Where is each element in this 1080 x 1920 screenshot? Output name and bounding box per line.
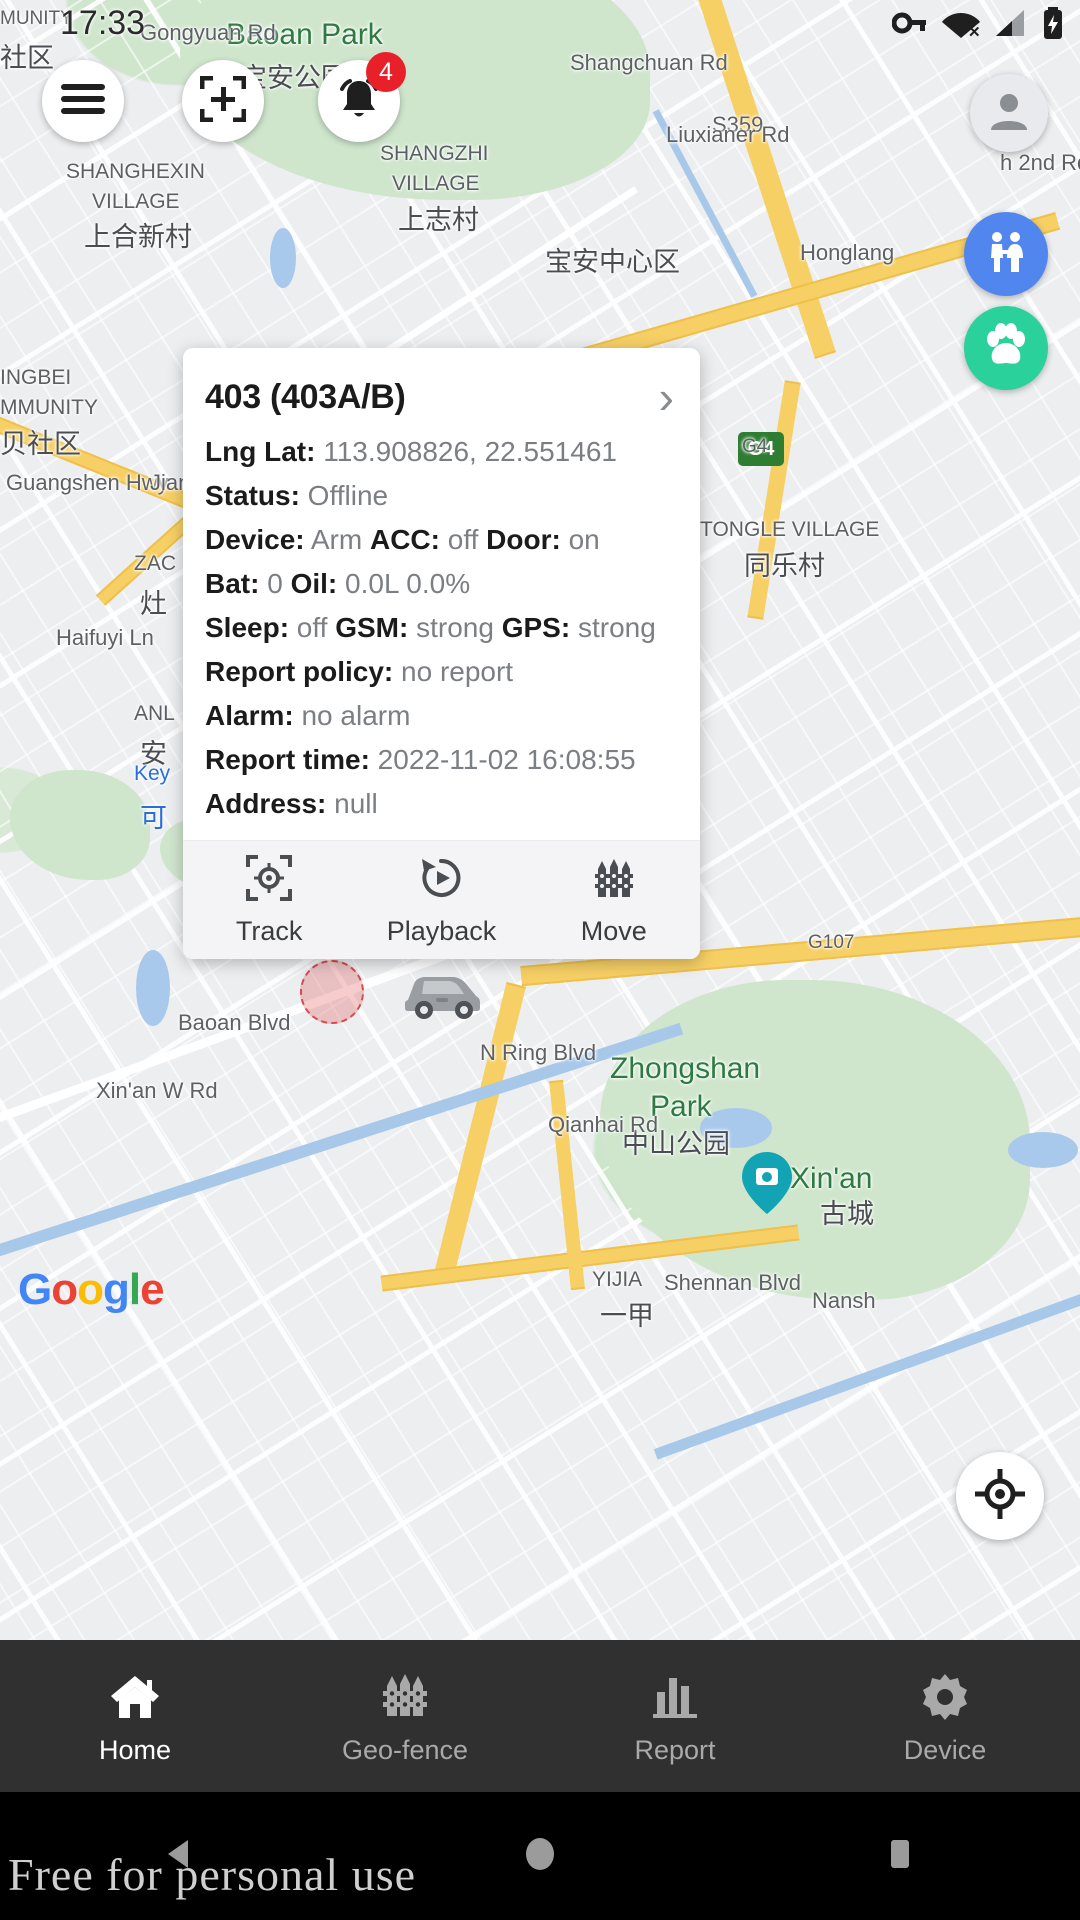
bottom-navigation: Home Geo-fence [0,1640,1080,1792]
field-label: Sleep: [205,612,289,643]
google-attribution: Google [18,1268,164,1312]
scan-icon [200,76,246,127]
field-label: Report policy: [205,656,393,687]
field-value: on [561,524,600,555]
menu-button[interactable] [42,60,124,142]
playback-button[interactable]: Playback [355,855,527,947]
field-value: 0 [259,568,290,599]
map-pond-a [270,228,296,288]
nav-item-geofence[interactable]: Geo-fence [270,1640,540,1792]
people-icon [982,228,1030,281]
gear-icon [919,1672,971,1725]
field-label: Device: [205,524,305,555]
field-label: Bat: [205,568,259,599]
field-value: null [326,788,377,819]
people-tracking-button[interactable] [964,212,1048,296]
geofence-circle[interactable] [300,960,364,1024]
playback-label: Playback [387,916,497,947]
device-info-row: Bat: 0 Oil: 0.0L 0.0% [205,562,678,606]
device-info-card[interactable]: 403 (403A/B) › Lng Lat: 113.908826, 22.5… [183,348,700,959]
device-info-row: Device: Arm ACC: off Door: on [205,518,678,562]
fence-icon [591,855,637,906]
notification-badge: 4 [366,52,406,92]
device-info-row: Sleep: off GSM: strong GPS: strong [205,606,678,650]
move-label: Move [581,916,647,947]
nav-label-home: Home [99,1735,171,1766]
map-pond-d [1008,1132,1078,1168]
poi-marker-xinan[interactable] [742,1152,792,1219]
field-label: GSM: [335,612,408,643]
field-label: Alarm: [205,700,294,731]
my-location-button[interactable] [956,1452,1044,1540]
field-label: GPS: [502,612,570,643]
map-pond-b [136,950,170,1026]
recents-square-icon[interactable] [878,1832,922,1881]
device-info-row: Lng Lat: 113.908826, 22.551461 [205,430,678,474]
track-target-icon [246,855,292,906]
nav-item-report[interactable]: Report [540,1640,810,1792]
my-location-icon [975,1469,1025,1524]
nav-item-device[interactable]: Device [810,1640,1080,1792]
device-action-bar: Track Playback [183,840,700,959]
fence-icon [379,1672,431,1725]
field-value: off [289,612,335,643]
chart-icon [649,1672,701,1725]
field-value: 0.0L 0.0% [337,568,470,599]
android-navigation-bar [0,1792,1080,1920]
field-value: off [440,524,486,555]
chevron-right-icon[interactable]: › [659,374,674,420]
move-button[interactable]: Move [528,855,700,947]
field-value: strong [408,612,501,643]
device-info-row: Status: Offline [205,474,678,518]
avatar-icon [986,88,1032,139]
playback-replay-icon [418,855,464,906]
nav-label-geofence: Geo-fence [342,1735,468,1766]
field-label: Door: [486,524,561,555]
field-value: 2022-11-02 16:08:55 [370,744,636,775]
field-value: strong [570,612,656,643]
field-value: Offline [300,480,388,511]
device-info-rows: Lng Lat: 113.908826, 22.551461Status: Of… [183,424,700,840]
field-label: Oil: [291,568,338,599]
nav-label-device: Device [904,1735,987,1766]
field-value: 113.908826, 22.551461 [315,436,617,467]
field-value: no report [393,656,513,687]
device-info-row: Report time: 2022-11-02 16:08:55 [205,738,678,782]
field-label: ACC: [370,524,440,555]
map-pond-c [700,1108,772,1148]
nav-label-report: Report [634,1735,715,1766]
field-value: Arm [305,524,370,555]
notifications-button[interactable]: 4 [318,60,400,142]
paw-icon [982,323,1030,374]
device-title: 403 (403A/B) [205,378,406,417]
track-button[interactable]: Track [183,855,355,947]
app-screen: G4 MUNITY社区Baoan Park宝安公园Gongyuan RdShan… [0,0,1080,1920]
device-info-row: Address: null [205,782,678,826]
nav-item-home[interactable]: Home [0,1640,270,1792]
field-label: Lng Lat: [205,436,315,467]
home-icon [109,1672,161,1725]
device-info-header[interactable]: 403 (403A/B) › [183,348,700,424]
profile-button[interactable] [970,74,1048,152]
device-info-row: Report policy: no report [205,650,678,694]
pet-tracking-button[interactable] [964,306,1048,390]
scan-button[interactable] [182,60,264,142]
home-circle-icon[interactable] [518,1832,562,1881]
back-triangle-icon[interactable] [158,1832,202,1881]
map-shield-g4: G4 [738,432,784,466]
field-label: Report time: [205,744,370,775]
field-value: no alarm [294,700,411,731]
field-label: Status: [205,480,300,511]
vehicle-marker[interactable] [398,962,484,1027]
device-info-row: Alarm: no alarm [205,694,678,738]
field-label: Address: [205,788,326,819]
track-label: Track [236,916,303,947]
menu-icon [61,82,105,121]
